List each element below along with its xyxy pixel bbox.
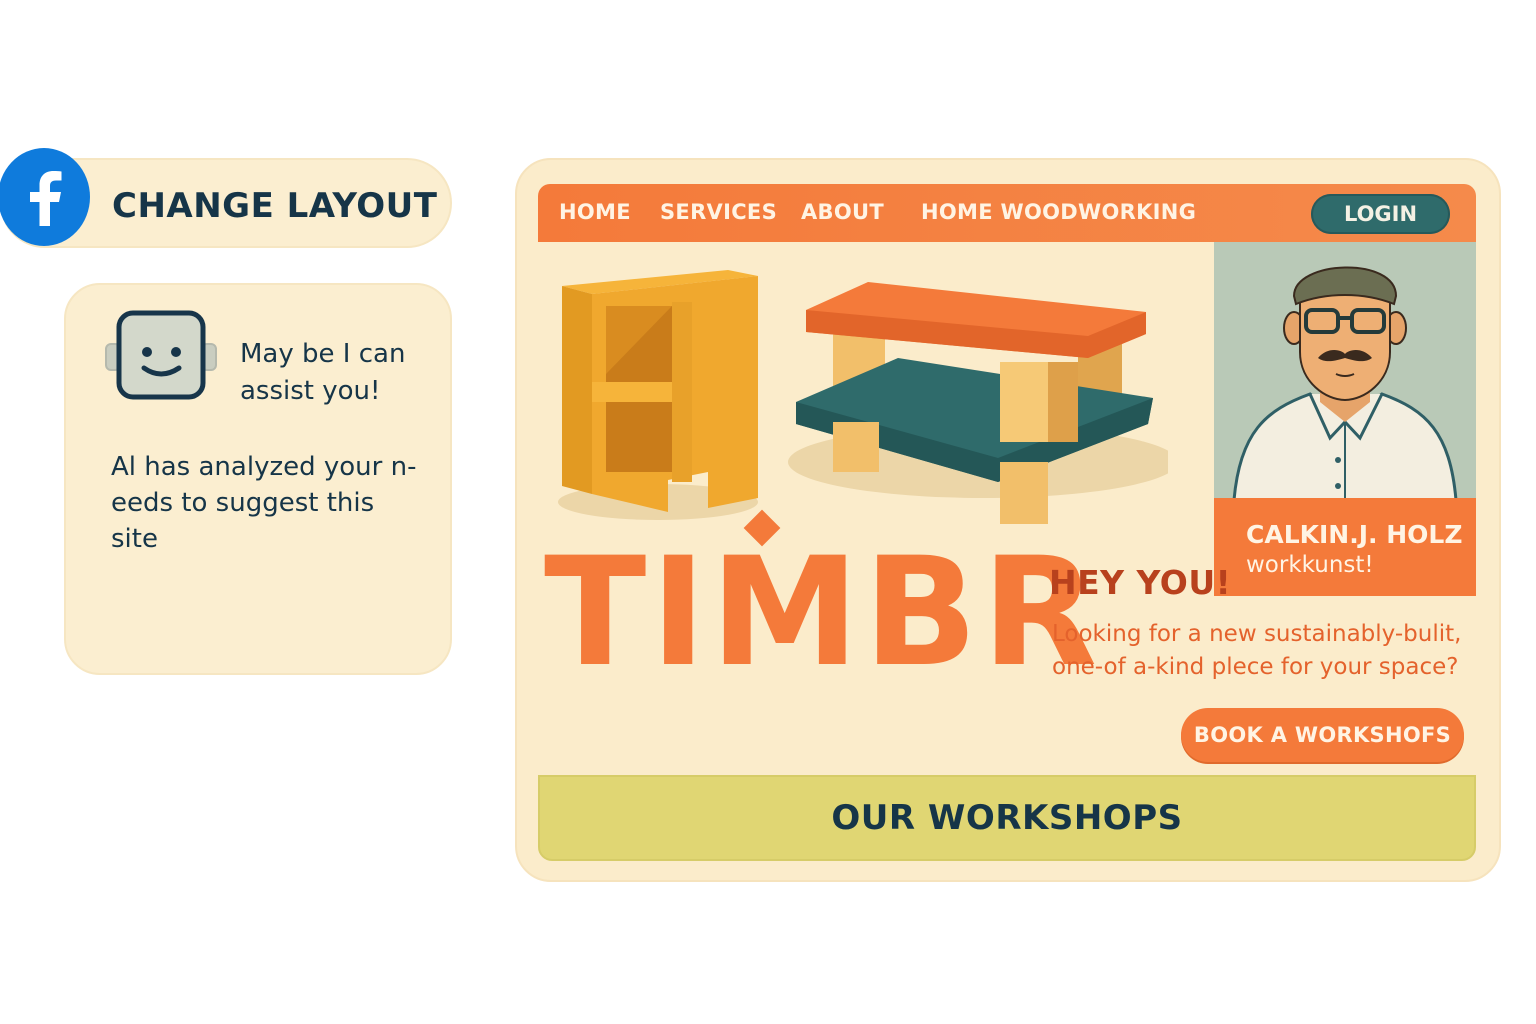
profile-role: workkunst! — [1246, 552, 1374, 578]
workshops-title: OUR WORKSHOPS — [831, 798, 1183, 838]
workshops-section[interactable]: OUR WORKSHOPS — [538, 775, 1476, 861]
nav-services[interactable]: SERVICES — [660, 200, 777, 224]
profile-portrait — [1214, 242, 1476, 502]
assistant-message: Al has analyzed your n-eeds to suggest t… — [111, 452, 417, 554]
change-layout-label: CHANGE LAYOUT — [112, 186, 438, 226]
assistant-heading: May be I can assist you! — [240, 339, 406, 406]
hero-headline: HEY YOU! — [1049, 563, 1232, 602]
nav-home-woodworking[interactable]: HOME WOODWORKING — [921, 200, 1196, 224]
nav-about[interactable]: ABOUT — [801, 200, 884, 224]
login-button[interactable]: LOGIN — [1311, 194, 1450, 234]
hero-tagline: Looking for a new sustainably-bulit, one… — [1052, 621, 1462, 680]
profile-name: CALKIN.J. HOLZ — [1246, 520, 1463, 549]
furniture-illustration — [548, 262, 1178, 546]
nav-home[interactable]: HOME — [559, 200, 631, 224]
robot-face-icon — [104, 310, 218, 406]
book-workshop-button[interactable]: BOOK A WORKSHOFS — [1181, 708, 1464, 762]
brand-logo: TIMBR — [544, 526, 1102, 700]
facebook-icon[interactable] — [0, 148, 90, 246]
